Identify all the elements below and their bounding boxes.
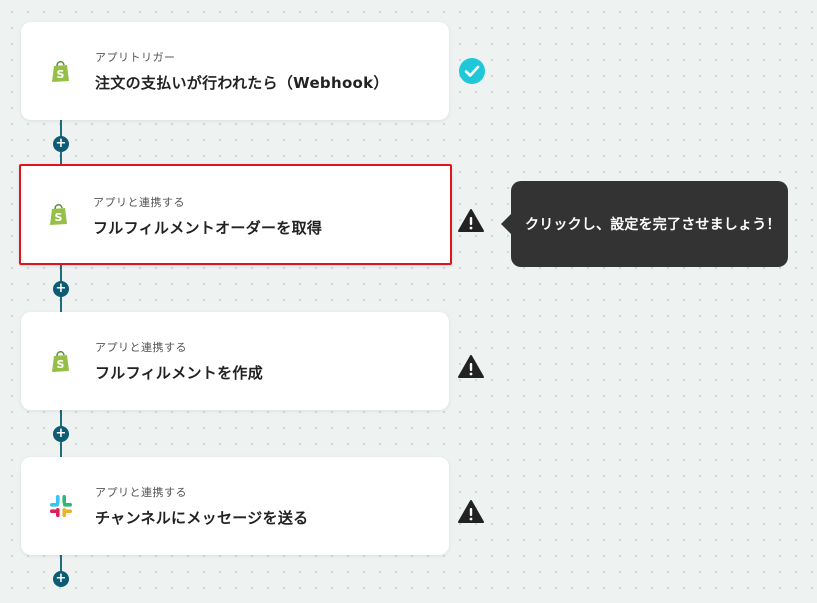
add-step-button[interactable]: + (53, 426, 69, 442)
step-title: チャンネルにメッセージを送る (95, 509, 309, 527)
step-title: フルフィルメントを作成 (95, 364, 264, 382)
step-subtitle: アプリと連携する (95, 341, 187, 354)
step-subtitle: アプリと連携する (93, 196, 185, 209)
flow-step-card-send-slack-message[interactable]: アプリと連携する チャンネルにメッセージを送る (21, 457, 449, 555)
svg-text:S: S (57, 358, 65, 371)
add-step-button[interactable]: + (53, 136, 69, 152)
step-subtitle: アプリと連携する (95, 486, 187, 499)
warning-icon (458, 500, 484, 523)
add-step-button[interactable]: + (53, 281, 69, 297)
flow-step-card-create-fulfillment[interactable]: S アプリと連携する フルフィルメントを作成 (21, 312, 449, 410)
shopify-icon: S (52, 60, 69, 82)
flow-step-card-trigger[interactable]: S アプリトリガー 注文の支払いが行われたら（Webhook） (21, 22, 449, 120)
tooltip-text: クリックし、設定を完了させましょう！ (525, 217, 781, 233)
flow-step-card-get-fulfillment-order[interactable]: S アプリと連携する フルフィルメントオーダーを取得 (19, 164, 452, 265)
check-circle-icon (459, 58, 485, 84)
slack-icon (50, 495, 72, 517)
step-title: フルフィルメントオーダーを取得 (93, 219, 323, 237)
add-step-button[interactable]: + (53, 571, 69, 587)
shopify-icon: S (52, 350, 69, 372)
step-subtitle: アプリトリガー (95, 51, 176, 64)
warning-icon (458, 209, 484, 232)
setup-hint-tooltip: クリックし、設定を完了させましょう！ (501, 181, 788, 267)
warning-icon (458, 355, 484, 378)
shopify-icon: S (50, 203, 67, 225)
svg-text:S: S (57, 68, 65, 81)
svg-text:S: S (55, 211, 63, 224)
step-title: 注文の支払いが行われたら（Webhook） (95, 74, 389, 92)
